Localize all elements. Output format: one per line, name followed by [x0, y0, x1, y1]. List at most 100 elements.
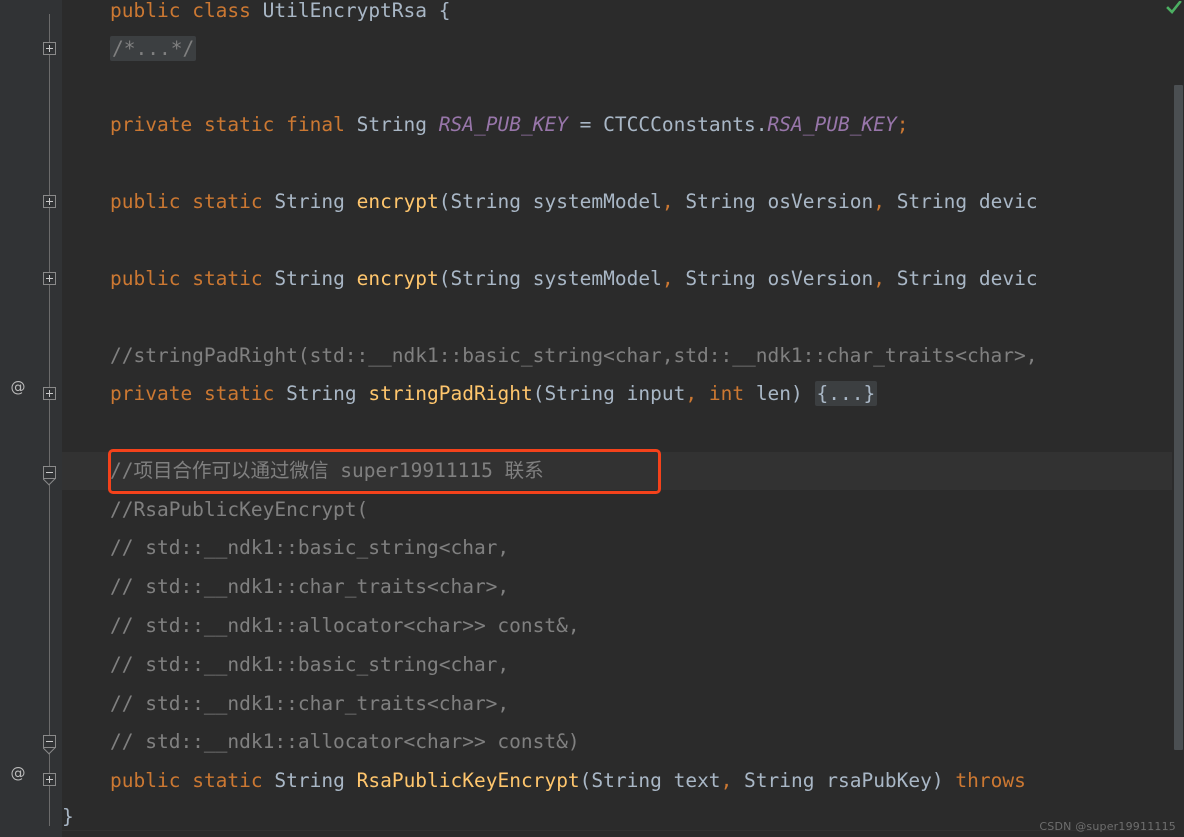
code-line-rsa-pub-key-field[interactable]: private static final String RSA_PUB_KEY … — [110, 106, 908, 144]
code-token: , — [685, 382, 698, 405]
code-line-comment-basic-string-1[interactable]: // std::__ndk1::basic_string<char, — [110, 529, 509, 567]
code-line-rsapublickeyencrypt-decl[interactable]: public static String RsaPublicKeyEncrypt… — [110, 762, 1026, 800]
code-token: //RsaPublicKeyEncrypt( — [110, 498, 369, 521]
code-token: String devic — [884, 267, 1038, 290]
inspection-ok-checkmark[interactable] — [1166, 0, 1182, 14]
code-token: encrypt — [356, 190, 439, 213]
code-token: (String input — [532, 382, 686, 405]
code-token: = — [567, 113, 604, 136]
code-token: public — [110, 769, 181, 792]
fold-toggle-region-end-tail — [43, 748, 56, 755]
code-token: stringPadRight — [368, 382, 533, 405]
csdn-watermark: CSDN @super19911115 — [1039, 820, 1176, 833]
code-token: String — [274, 190, 345, 213]
code-token: // std::__ndk1::allocator<char>> const&, — [110, 614, 580, 637]
code-token: RSA_PUB_KEY — [438, 113, 568, 136]
code-token: CTCCConstants. — [603, 113, 768, 136]
code-token: String — [274, 769, 345, 792]
code-line-encrypt-2[interactable]: public static String encrypt(String syst… — [110, 260, 1038, 298]
fold-toggle-region-start[interactable] — [43, 466, 56, 479]
vertical-scrollbar-thumb[interactable] — [1174, 85, 1183, 750]
code-line-comment-allocator-2[interactable]: // std::__ndk1::allocator<char>> const&) — [110, 723, 580, 761]
bottom-separator — [62, 830, 1184, 831]
code-token: , — [873, 267, 885, 290]
code-text-area[interactable]: public class UtilEncryptRsa { /*...*/ priv… — [62, 0, 1184, 837]
code-token: { — [438, 0, 451, 22]
code-token: String devic — [884, 190, 1038, 213]
code-token: (String text — [579, 769, 721, 792]
editor-gutter[interactable]: @ @ — [0, 0, 62, 837]
code-token: String — [286, 382, 357, 405]
code-token: UtilEncryptRsa — [262, 0, 428, 22]
code-line-comment-char-traits-2[interactable]: // std::__ndk1::char_traits<char>, — [110, 685, 509, 723]
code-line-stringpadright-decl[interactable]: private static String stringPadRight(Str… — [110, 375, 878, 413]
code-token: , — [661, 267, 674, 290]
code-token: static — [192, 190, 263, 213]
code-line-encrypt-1[interactable]: public static String encrypt(String syst… — [110, 183, 1038, 221]
code-token: RsaPublicKeyEncrypt — [356, 769, 580, 792]
gutter-annotation-marker[interactable]: @ — [0, 764, 36, 782]
code-token: , — [720, 769, 733, 792]
code-token: RSA_PUB_KEY — [767, 113, 897, 136]
code-line-folded-javadoc[interactable]: /*...*/ — [110, 30, 197, 68]
fold-toggle-region-end[interactable] — [43, 735, 56, 748]
code-line-class-decl[interactable]: public class UtilEncryptRsa { — [110, 0, 451, 30]
code-editor[interactable]: public class UtilEncryptRsa { /*...*/ priv… — [0, 0, 1184, 837]
code-token: public — [110, 190, 181, 213]
code-token: String osVersion — [673, 190, 874, 213]
code-token: // std::__ndk1::char_traits<char>, — [110, 575, 510, 598]
code-token: {...} — [814, 381, 878, 406]
fold-toggle-encrypt-2[interactable] — [43, 272, 56, 285]
code-token: class — [192, 0, 251, 22]
code-token: ; — [896, 113, 909, 136]
code-line-comment-char-traits-1[interactable]: // std::__ndk1::char_traits<char>, — [110, 568, 509, 606]
code-line-comment-basic-string-2[interactable]: // std::__ndk1::basic_string<char, — [110, 646, 509, 684]
code-token: // std::__ndk1::char_traits<char>, — [110, 692, 510, 715]
code-line-comment-rsapublickeyencrypt-open[interactable]: //RsaPublicKeyEncrypt( — [110, 491, 368, 529]
code-token: static — [203, 113, 275, 136]
code-token: int — [708, 382, 745, 405]
code-token: } — [62, 805, 74, 828]
vertical-scrollbar-track[interactable] — [1172, 0, 1184, 837]
code-token: final — [286, 113, 345, 136]
gutter-annotation-marker[interactable]: @ — [0, 378, 36, 396]
fold-toggle-region-start-tail — [43, 479, 56, 486]
code-token: static — [203, 382, 275, 405]
fold-toggle-stringpadright[interactable] — [43, 387, 56, 400]
code-token: public — [110, 0, 181, 22]
code-line-wechat-contact-comment[interactable]: //项目合作可以通过微信 super19911115 联系 — [110, 452, 544, 490]
fold-guide-line — [49, 14, 50, 826]
code-token: // std::__ndk1::basic_string<char, — [110, 536, 510, 559]
code-token: /*...*/ — [110, 36, 197, 61]
code-token: //项目合作可以通过微信 super19911115 联系 — [110, 459, 544, 482]
code-token: (String systemModel — [438, 190, 662, 213]
code-line-comment-allocator-1[interactable]: // std::__ndk1::allocator<char>> const&, — [110, 607, 580, 645]
fold-toggle-javadoc[interactable] — [43, 42, 56, 55]
code-line-comment-stringpadright[interactable]: //stringPadRight(std::__ndk1::basic_stri… — [110, 337, 1037, 375]
code-token: String — [356, 113, 428, 136]
code-token: static — [192, 769, 263, 792]
code-token: , — [661, 190, 674, 213]
fold-toggle-rsapublickeyencrypt[interactable] — [43, 773, 56, 786]
fold-toggle-encrypt-1[interactable] — [43, 195, 56, 208]
code-token: // std::__ndk1::allocator<char>> const&) — [110, 730, 580, 753]
code-token: encrypt — [356, 267, 439, 290]
